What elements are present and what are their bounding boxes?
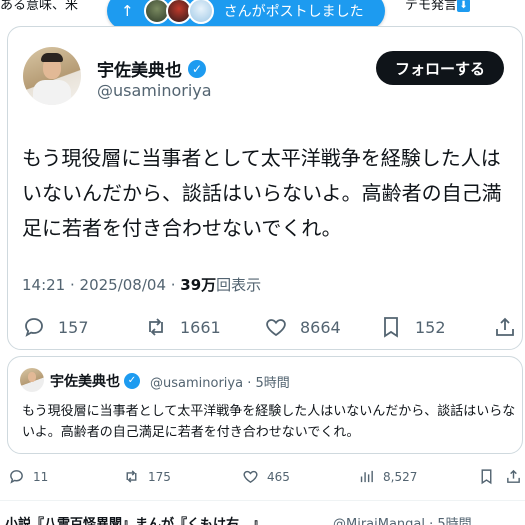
next-post-handle-time: @MiraiMangal · 5時間	[333, 517, 472, 525]
post-meta: 14:21 · 2025/08/04 · 39万回表示	[22, 274, 261, 295]
repost-button[interactable]: 1661	[144, 315, 221, 339]
verified-badge-icon: ✓	[188, 59, 206, 78]
bookmark-icon	[481, 469, 492, 485]
share-icon	[496, 317, 514, 336]
context-text-left: ある意味、米	[0, 0, 79, 13]
reply-button[interactable]: 157	[22, 315, 89, 339]
like-button[interactable]: 8664	[264, 315, 341, 339]
quoted-handle-time: @usaminoriya · 5時間	[150, 376, 290, 391]
heart-icon	[266, 319, 286, 337]
view-count: 39万	[180, 276, 217, 294]
quoted-post-text: もう現役層に当事者として太平洋戦争を経験した人はいないんだから、談話はいらないよ…	[22, 404, 516, 440]
post-timestamp[interactable]: 14:21 · 2025/08/04 ·	[22, 276, 180, 294]
bar-chart-icon	[360, 470, 373, 483]
views-button[interactable]: 8,527	[358, 468, 417, 485]
share-button[interactable]	[505, 468, 525, 485]
repost-button[interactable]: 175	[123, 468, 171, 485]
bookmark-icon	[384, 317, 398, 338]
toast-label: さんがポストしました	[223, 4, 364, 20]
context-text: ある意味、米 デモ発言 ⬇	[0, 0, 471, 13]
down-arrow-icon: ⬇	[457, 0, 471, 12]
post-divider	[0, 500, 525, 501]
like-button[interactable]: 465	[242, 468, 290, 485]
reply-icon	[25, 318, 43, 337]
quoted-author-avatar	[20, 368, 44, 392]
repost-icon	[149, 318, 163, 336]
next-post-title: 小説『八雲百怪異聞』まんが『くもけ右…』	[5, 517, 266, 525]
heart-icon	[243, 470, 258, 484]
next-post-header[interactable]: 小説『八雲百怪異聞』まんが『くもけ右…』 @MiraiMangal · 5時間	[5, 513, 472, 525]
follow-button[interactable]: フォローする	[376, 51, 504, 85]
outer-post-actions: 11 175 465 8,527	[0, 468, 525, 488]
post-actions: 157 1661 8664 152	[22, 315, 516, 339]
verified-badge-icon: ✓	[124, 373, 140, 389]
post-text: もう現役層に当事者として太平洋戦争を経験した人はいないんだから、談話はいらないよ…	[22, 146, 502, 240]
quoted-author-name: 宇佐美典也 ✓	[50, 371, 140, 391]
reply-icon	[10, 470, 23, 484]
repost-icon	[126, 470, 137, 483]
reply-button[interactable]: 11	[8, 468, 48, 485]
author-handle[interactable]: @usaminoriya	[97, 81, 212, 100]
share-icon	[507, 469, 520, 483]
bookmark-button[interactable]	[478, 468, 503, 485]
quoted-post-card[interactable]: 宇佐美典也 ✓ @usaminoriya · 5時間 もう現役層に当事者として太…	[7, 356, 523, 454]
up-arrow-icon: ↑	[121, 2, 134, 20]
post-card[interactable]: 宇佐美典也 ✓ @usaminoriya フォローする もう現役層に当事者として…	[7, 26, 523, 350]
author-avatar[interactable]	[23, 47, 81, 105]
view-label: 回表示	[216, 276, 262, 294]
context-text-right: デモ発言 ⬇	[405, 0, 471, 13]
toast-avatar	[187, 0, 214, 24]
bookmark-button[interactable]: 152	[379, 315, 446, 339]
share-button[interactable]	[493, 315, 525, 339]
author-name[interactable]: 宇佐美典也 ✓	[97, 56, 206, 81]
